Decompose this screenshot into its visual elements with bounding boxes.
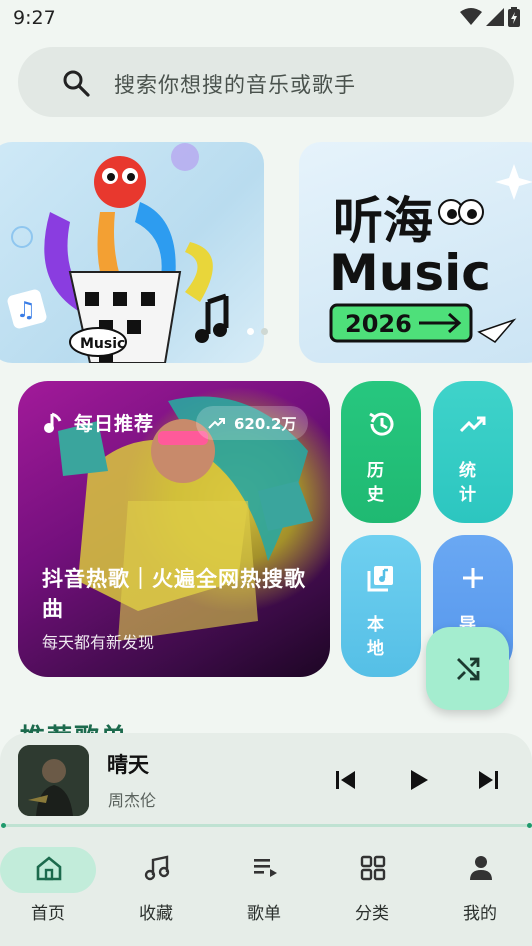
svg-text:听海: 听海 <box>333 192 433 250</box>
add-icon <box>463 568 483 588</box>
wifi-icon <box>460 8 482 25</box>
grid-icon <box>360 855 386 881</box>
plays-count: 620.2万 <box>234 414 297 433</box>
home-icon <box>36 856 62 881</box>
music-note-icon <box>144 855 170 881</box>
progress-start-dot <box>1 823 6 828</box>
album-cover[interactable] <box>18 745 89 816</box>
daily-label: 每日推荐 <box>44 409 154 436</box>
banner-tinghai[interactable]: 听海 Music 2026 <box>299 142 532 363</box>
nav-label-favorites: 收藏 <box>139 904 173 924</box>
album-cover-art <box>18 745 89 816</box>
history-icon <box>369 412 394 436</box>
search-icon <box>63 70 90 97</box>
trending-up-icon <box>208 418 225 429</box>
battery-icon <box>508 7 520 27</box>
local-tile[interactable]: 本地 <box>341 535 421 677</box>
nav-label-categories: 分类 <box>355 904 389 924</box>
nav-label-home: 首页 <box>31 904 65 924</box>
local-label: 本地 <box>367 615 384 659</box>
library-music-icon <box>367 566 393 592</box>
svg-text:Music: Music <box>80 336 125 352</box>
daily-subtitle: 每天都有新发现 <box>42 633 155 652</box>
shuffle-button[interactable] <box>426 627 509 710</box>
nav-item-home[interactable]: 首页 <box>0 843 100 933</box>
cellular-icon <box>486 8 504 26</box>
progress-bar[interactable] <box>3 824 529 827</box>
svg-text:♫: ♫ <box>16 298 36 323</box>
play-icon[interactable] <box>403 765 433 795</box>
banner-music[interactable]: Music ♫ <box>0 142 264 363</box>
status-bar: 9:27 <box>0 0 532 36</box>
history-label: 历史 <box>367 461 384 505</box>
trending-up-icon <box>459 416 486 433</box>
nav-item-favorites[interactable]: 收藏 <box>108 843 208 933</box>
person-icon <box>470 856 492 880</box>
plays-badge: 620.2万 <box>196 406 309 440</box>
progress-end-dot <box>527 823 532 828</box>
shuffle-icon <box>456 657 479 680</box>
pager-dot <box>247 328 254 335</box>
svg-text:Music: Music <box>329 244 491 302</box>
status-time: 9:27 <box>13 7 56 29</box>
mini-player[interactable]: 晴天 周杰伦 <box>0 733 532 829</box>
song-artist: 周杰伦 <box>108 791 157 810</box>
daily-label-text: 每日推荐 <box>74 413 155 435</box>
banner-music-art: Music ♫ <box>7 143 229 363</box>
pager-dot <box>261 328 268 335</box>
skip-previous-icon[interactable] <box>331 765 361 795</box>
nav-item-playlists[interactable]: 歌单 <box>216 843 316 933</box>
banner-tinghai-art: 听海 Music 2026 <box>329 164 532 343</box>
music-note-icon <box>44 412 62 433</box>
nav-item-profile[interactable]: 我的 <box>432 843 532 933</box>
history-tile[interactable]: 历史 <box>341 381 421 523</box>
nav-label-profile: 我的 <box>463 904 497 924</box>
search-input[interactable]: 搜索你想搜的音乐或歌手 <box>114 69 356 99</box>
stats-tile[interactable]: 统计 <box>433 381 513 523</box>
queue-music-icon <box>254 859 277 877</box>
skip-next-icon[interactable] <box>473 765 503 795</box>
nav-item-categories[interactable]: 分类 <box>324 843 424 933</box>
stats-label: 统计 <box>459 461 476 505</box>
svg-text:2026: 2026 <box>345 310 412 338</box>
daily-recommend-card[interactable]: 每日推荐 620.2万 抖音热歌｜火遍全网热搜歌曲 每天都有新发现 <box>18 381 330 677</box>
nav-label-playlists: 歌单 <box>247 904 281 924</box>
bottom-nav: 首页 收藏 歌单 分类 我的 <box>0 829 532 946</box>
daily-title: 抖音热歌｜火遍全网热搜歌曲 <box>42 567 306 621</box>
banner-pager <box>247 328 268 335</box>
search-bar[interactable]: 搜索你想搜的音乐或歌手 <box>18 47 514 117</box>
song-title: 晴天 <box>107 753 149 777</box>
status-icons <box>460 7 520 27</box>
